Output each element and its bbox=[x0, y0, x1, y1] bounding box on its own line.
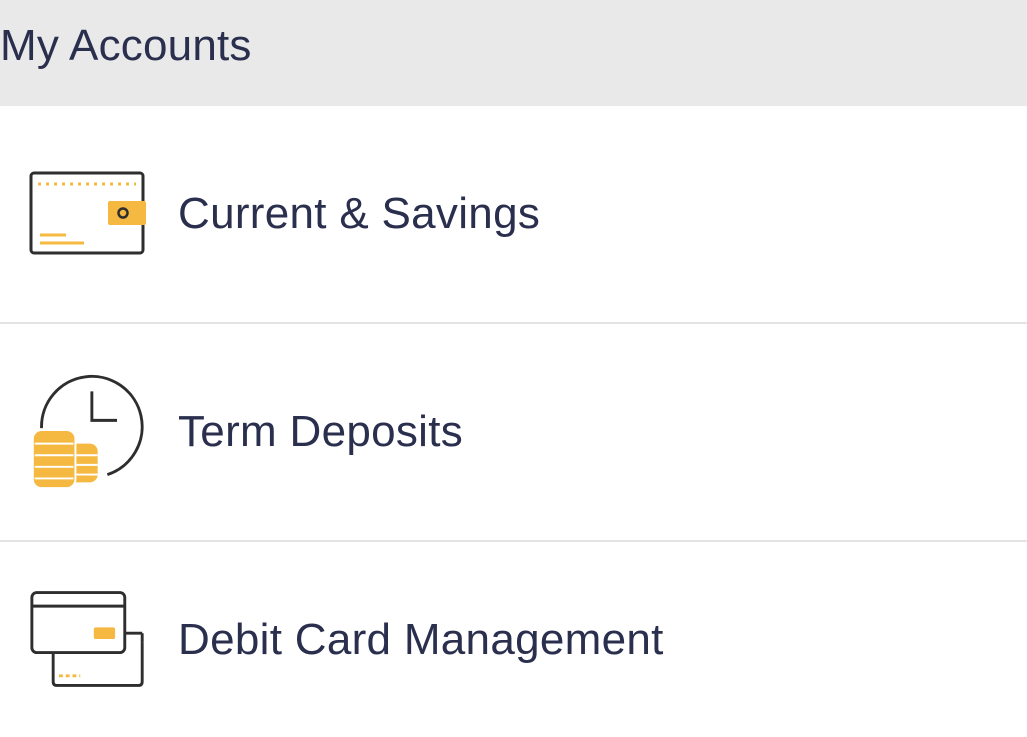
section-title: My Accounts bbox=[0, 21, 252, 70]
accounts-menu: Current & Savings Term Deposits Debit Ca… bbox=[0, 106, 1027, 737]
section-header: My Accounts bbox=[0, 0, 1027, 106]
menu-item-term-deposits[interactable]: Term Deposits bbox=[0, 324, 1027, 542]
menu-item-label: Current & Savings bbox=[178, 189, 541, 238]
cards-icon bbox=[28, 590, 148, 690]
my-accounts-screen: My Accounts Current & Savings Term Depos… bbox=[0, 0, 1027, 737]
menu-item-debit-card-management[interactable]: Debit Card Management bbox=[0, 542, 1027, 737]
clock-coins-icon bbox=[28, 374, 148, 490]
menu-item-label: Debit Card Management bbox=[178, 614, 664, 664]
menu-item-current-savings[interactable]: Current & Savings bbox=[0, 106, 1027, 324]
wallet-card-icon bbox=[28, 164, 148, 264]
menu-item-label: Term Deposits bbox=[178, 407, 464, 456]
